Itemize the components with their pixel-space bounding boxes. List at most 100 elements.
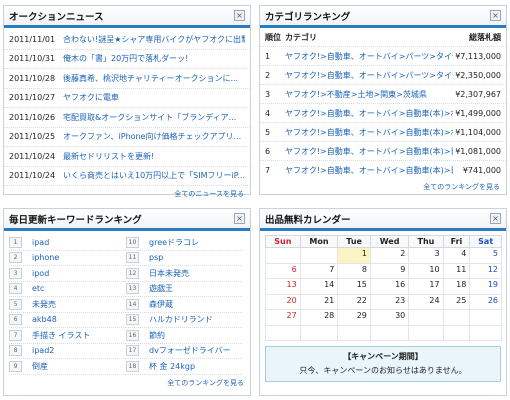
news-item: 2011/10/24 いくら商売とはいえ10万円以上で「SIMフリーiP...: [4, 167, 250, 186]
category-title: カテゴリランキング: [265, 11, 351, 23]
amount-cell: ¥2,350,000: [455, 70, 501, 80]
keyword-link[interactable]: 節約: [149, 330, 165, 341]
calendar-day[interactable]: 16: [369, 278, 410, 295]
list-item: 17 dvフォーゼドライバー: [126, 344, 243, 359]
calendar-day[interactable]: 5: [469, 247, 502, 264]
category-link[interactable]: ヤフオク!>自動車、オートバイ>自動車(本)>ボル...: [285, 127, 453, 138]
amount-cell: ¥1,499,000: [455, 108, 501, 118]
category-panel: カテゴリランキング × 順位 カテゴリ 総落札額 1 ヤフオク!>自動車、オートバ…: [259, 5, 507, 195]
keyword-link[interactable]: etc: [32, 284, 44, 293]
news-link[interactable]: ヤフオクに電車: [63, 92, 119, 103]
keyword-link[interactable]: ipad: [32, 238, 49, 247]
calendar-day[interactable]: 18: [442, 278, 471, 295]
keyword-link[interactable]: dvフォーゼドライバー: [149, 345, 231, 356]
category-link[interactable]: ヤフオク!>自動車、オートバイ>パーツ>タイヤ・...: [285, 51, 453, 62]
amount-cell: ¥1,104,000: [455, 127, 501, 137]
list-item: 12 日本未発売: [126, 266, 243, 282]
calendar-day[interactable]: 12: [469, 262, 502, 279]
keyword-link[interactable]: greeドラコレ: [149, 237, 199, 248]
keyword-link[interactable]: 未発売: [32, 299, 56, 310]
table-row: 1 ヤフオク!>自動車、オートバイ>パーツ>タイヤ・...¥7,113,000: [260, 46, 506, 65]
category-close-button[interactable]: ×: [490, 10, 501, 21]
calendar-day: [469, 309, 502, 326]
category-link[interactable]: ヤフオク!>自動車、オートバイ>自動車(本)>ボル...: [285, 108, 453, 119]
keyword-link[interactable]: 杯 金 24kgp: [149, 361, 195, 372]
keyword-link[interactable]: 日本未発売: [149, 268, 189, 279]
table-row: 7 ヤフオク!>自動車、オートバイ>自動車(本)>日産... ¥741,000: [260, 160, 506, 179]
calendar-day[interactable]: 8: [337, 262, 371, 279]
calendar-day[interactable]: 23: [369, 293, 410, 310]
news-link[interactable]: 合わない!謎呈★シャア専用バイクがヤフオクに出撃中!: [63, 34, 245, 45]
news-item: 2011/10/28 後藤真希、桃沢地チャリティーオークションに...: [4, 69, 250, 89]
calendar-day[interactable]: 27: [265, 309, 301, 326]
news-list: 2011/11/01 合わない!謎呈★シャア専用バイクがヤフオクに出撃中! 201…: [4, 28, 250, 186]
list-item: 18 杯 金 24kgp: [126, 359, 243, 375]
keyword-link[interactable]: iphone: [32, 253, 59, 262]
calendar-day[interactable]: 7: [299, 262, 339, 279]
news-item: 2011/10/25 オークファン、iPhone向け価格チェックアプリ...: [4, 128, 250, 147]
amount-cell: ¥7,113,000: [455, 51, 501, 61]
calendar-day[interactable]: 6: [265, 262, 301, 279]
keyword-link[interactable]: ipod: [32, 269, 49, 278]
calendar-day[interactable]: 14: [299, 278, 339, 295]
news-link[interactable]: 最新セドリリストを更新!: [63, 151, 154, 162]
calendar-day[interactable]: 24: [408, 293, 444, 310]
calendar-day[interactable]: 21: [299, 293, 339, 310]
calendar-day[interactable]: 10: [408, 262, 444, 279]
keyword-more-link[interactable]: 全てのランキングを見る: [167, 379, 244, 387]
keyword-link[interactable]: ハルカドリランド: [149, 314, 213, 325]
keyword-link[interactable]: 手描き イラスト: [32, 330, 90, 341]
calendar-day[interactable]: 11: [442, 262, 471, 279]
calendar-day[interactable]: 1: [337, 247, 371, 264]
calendar-day[interactable]: 20: [265, 293, 301, 310]
calendar-day[interactable]: 28: [299, 309, 339, 326]
calendar-day[interactable]: 22: [337, 293, 371, 310]
rank-badge: 2: [9, 252, 22, 264]
list-item: 5 未発売: [9, 297, 126, 313]
category-more-link[interactable]: 全てのランキングを見る: [423, 183, 500, 191]
keyword-link[interactable]: ipad2: [32, 346, 54, 355]
list-item: 15 ハルカドリランド: [126, 313, 243, 328]
campaign-text: 只今、キャンペーンのお知らせはありません。: [299, 366, 467, 375]
calendar-day: [337, 324, 371, 341]
calendar-day[interactable]: 9: [369, 262, 410, 279]
keyword-link[interactable]: 遊戯王: [149, 283, 173, 294]
news-link[interactable]: いくら商売とはいえ10万円以上で「SIMフリーiP...: [63, 170, 245, 181]
campaign-box: 【キャンペーン期間】 只今、キャンペーンのお知らせはありません。: [265, 346, 501, 382]
category-link[interactable]: ヤフオク!>不動産>土地>関東>茨城県: [285, 89, 453, 100]
keyword-close-button[interactable]: ×: [234, 213, 245, 224]
category-link[interactable]: ヤフオク!>自動車、オートバイ>パーツ>タイヤ・...: [285, 70, 453, 81]
calendar-day[interactable]: 13: [265, 278, 301, 295]
category-header: カテゴリランキング ×: [260, 6, 506, 28]
calendar-day[interactable]: 15: [337, 278, 371, 295]
weekday-header: Tue: [337, 235, 371, 248]
weekday-header: Thu: [408, 235, 444, 248]
calendar-day[interactable]: 19: [469, 278, 502, 295]
category-link[interactable]: ヤフオク!>自動車、オートバイ>自動車(本)>日産...: [285, 165, 453, 176]
news-close-button[interactable]: ×: [234, 10, 245, 21]
calendar-day: [442, 324, 471, 341]
calendar-week: [265, 324, 502, 341]
keyword-link[interactable]: psp: [149, 253, 163, 262]
calendar-day[interactable]: 29: [337, 309, 371, 326]
keyword-link[interactable]: akb48: [32, 315, 57, 324]
list-item: 2 iphone: [9, 251, 126, 266]
category-link[interactable]: ヤフオク!>自動車、オートバイ>自動車(本)>日産...: [285, 146, 453, 157]
keyword-link[interactable]: 森伊蔵: [149, 299, 173, 310]
keyword-link[interactable]: 倒産: [32, 361, 48, 372]
news-more-link[interactable]: 全てのニュースを見る: [174, 190, 244, 198]
news-link[interactable]: 宅配買取&オークションサイト「ブランディア...: [63, 112, 236, 123]
calendar-day[interactable]: 17: [408, 278, 444, 295]
calendar-day[interactable]: 2: [369, 247, 410, 264]
news-link[interactable]: 俺木の「書」20万円で落札ダーッ!: [63, 53, 188, 64]
calendar-close-button[interactable]: ×: [490, 213, 501, 224]
calendar-day[interactable]: 3: [408, 247, 444, 264]
calendar-day[interactable]: 25: [442, 293, 471, 310]
calendar-day[interactable]: 26: [469, 293, 502, 310]
calendar-day[interactable]: 30: [369, 309, 410, 326]
news-link[interactable]: オークファン、iPhone向け価格チェックアプリ...: [63, 131, 241, 142]
news-link[interactable]: 後藤真希、桃沢地チャリティーオークションに...: [63, 73, 238, 84]
news-date: 2011/10/28: [9, 73, 56, 83]
amount-cell: ¥741,000: [462, 165, 501, 175]
calendar-day[interactable]: 4: [442, 247, 471, 264]
